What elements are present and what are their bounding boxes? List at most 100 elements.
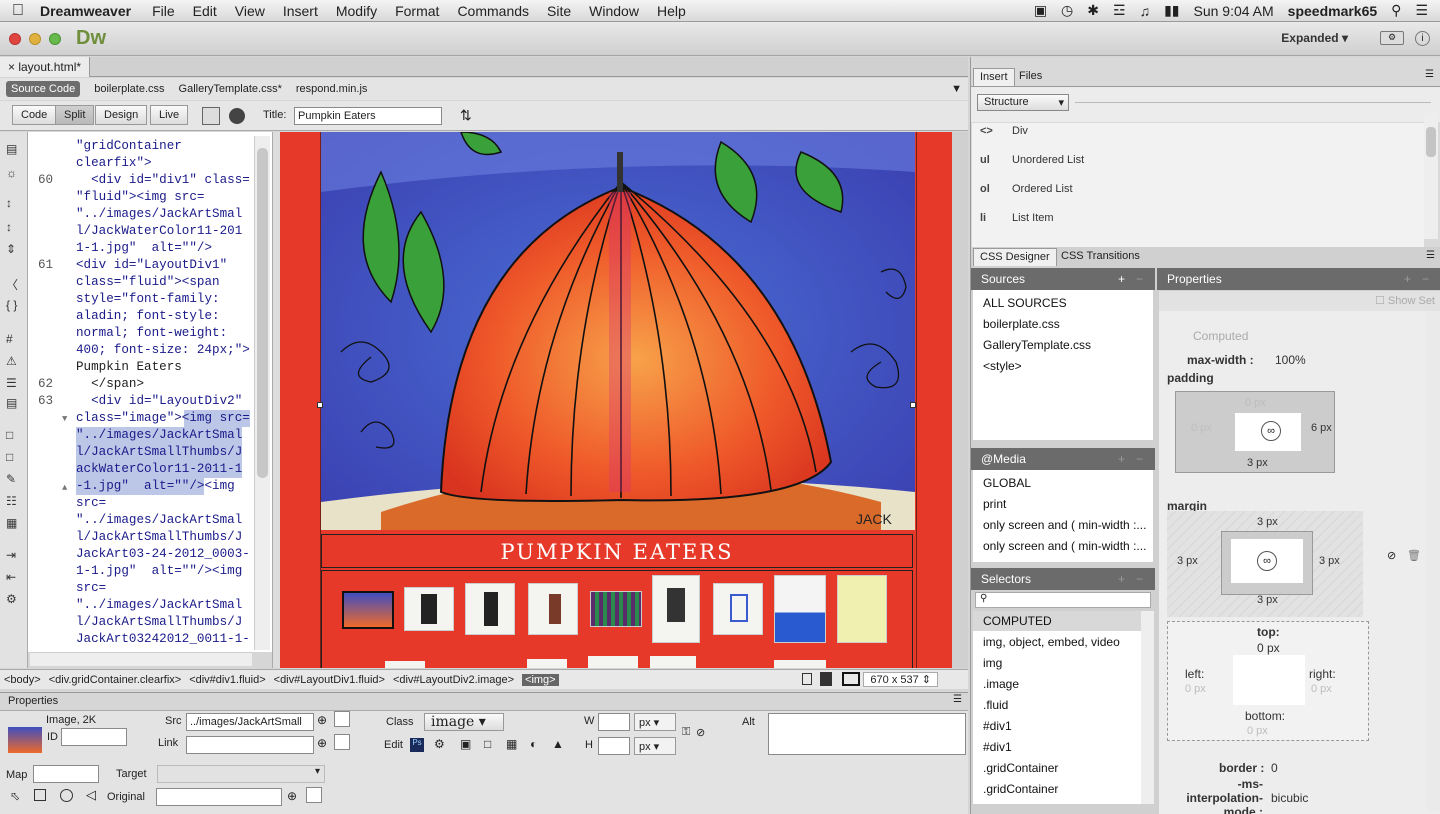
- wrap-tag-icon[interactable]: ✎: [6, 472, 16, 486]
- disable-property-icon[interactable]: ⊘: [1387, 549, 1396, 562]
- width-input[interactable]: [598, 713, 630, 731]
- browser-preview-icon[interactable]: [229, 108, 245, 124]
- margin-left[interactable]: 3 px: [1177, 555, 1198, 567]
- source-item[interactable]: boilerplate.css: [983, 317, 1060, 331]
- resize-handle[interactable]: [317, 402, 323, 408]
- code-horizontal-scrollbar[interactable]: [30, 652, 252, 666]
- code-line[interactable]: Pumpkin Eaters: [76, 359, 182, 376]
- selector-item[interactable]: .fluid: [983, 698, 1008, 712]
- browse-folder-icon[interactable]: [306, 787, 322, 803]
- add-media-icon[interactable]: +: [1118, 452, 1125, 466]
- code-line[interactable]: ackWaterColor11-2011-1: [76, 461, 243, 478]
- apple-icon[interactable]: : [0, 2, 36, 20]
- design-view[interactable]: JACK PUMPKIN EATERS: [280, 132, 968, 668]
- fold-open-icon[interactable]: ▼: [62, 411, 67, 428]
- indent-code-icon[interactable]: ⇥: [6, 548, 16, 562]
- delete-property-icon[interactable]: 🗑: [1407, 549, 1421, 562]
- width-unit-select[interactable]: px ▾: [634, 713, 676, 731]
- desktop-size-icon[interactable]: [842, 672, 860, 686]
- split-divider[interactable]: [272, 132, 280, 668]
- code-line[interactable]: <div id="LayoutDiv1": [76, 257, 227, 274]
- tag-grid-container[interactable]: <div.gridContainer.clearfix>: [49, 674, 181, 686]
- code-line[interactable]: <div id="LayoutDiv2": [76, 393, 242, 410]
- code-line[interactable]: </span>: [76, 376, 144, 393]
- remove-selector-icon[interactable]: −: [1136, 572, 1143, 586]
- pointer-hotspot-icon[interactable]: ⬁: [10, 789, 20, 803]
- browse-folder-icon[interactable]: [334, 734, 350, 750]
- mobile-size-icon[interactable]: [802, 673, 812, 685]
- tablet-size-icon[interactable]: [820, 672, 832, 686]
- code-line[interactable]: normal; font-weight:: [76, 325, 227, 342]
- rect-hotspot-icon[interactable]: [34, 789, 46, 801]
- selectors-scrollbar[interactable]: [1141, 611, 1154, 804]
- close-window-button[interactable]: [9, 33, 21, 45]
- code-line[interactable]: "../images/JackArtSmal: [76, 597, 242, 614]
- position-top-value[interactable]: 0 px: [1257, 641, 1280, 655]
- code-line[interactable]: 1-1.jpg" alt=""/>: [76, 240, 212, 257]
- code-line[interactable]: 400; font-size: 24px;">: [76, 342, 250, 359]
- expand-all-icon[interactable]: ⇕: [6, 242, 16, 256]
- height-input[interactable]: [598, 737, 630, 755]
- remove-comment-icon[interactable]: □: [6, 450, 13, 464]
- design-view-button[interactable]: Design: [95, 105, 148, 125]
- selector-item[interactable]: img: [983, 656, 1002, 670]
- related-respond[interactable]: respond.min.js: [296, 83, 368, 95]
- point-to-file-icon[interactable]: ⊕: [317, 736, 327, 750]
- insert-unordered-list[interactable]: ul Unordered List: [980, 154, 1084, 166]
- panel-menu-icon[interactable]: ☰: [1425, 69, 1434, 80]
- code-line[interactable]: clearfix">: [76, 155, 152, 172]
- menu-site[interactable]: Site: [538, 3, 580, 19]
- code-line[interactable]: "gridContainer: [76, 138, 182, 155]
- tab-css-transitions[interactable]: CSS Transitions: [1055, 248, 1146, 266]
- window-size-menu[interactable]: 670 x 537 ⇕: [863, 672, 938, 687]
- margin-top[interactable]: 3 px: [1257, 516, 1278, 528]
- selector-item[interactable]: .gridContainer: [983, 782, 1058, 796]
- menu-view[interactable]: View: [226, 3, 274, 19]
- thumbnail[interactable]: [465, 583, 515, 635]
- move-css-icon[interactable]: ▦: [6, 516, 17, 530]
- tag-layoutdiv1[interactable]: <div#LayoutDiv1.fluid>: [274, 674, 385, 686]
- related-gallery-template[interactable]: GalleryTemplate.css*: [179, 83, 282, 95]
- media-item[interactable]: only screen and ( min-width :...: [983, 539, 1146, 553]
- menu-app-name[interactable]: Dreamweaver: [36, 3, 143, 19]
- source-item[interactable]: <style>: [983, 359, 1022, 373]
- time-machine-icon[interactable]: ◷: [1061, 2, 1073, 19]
- add-source-icon[interactable]: +: [1118, 272, 1125, 286]
- code-line[interactable]: "../images/JackArtSmal: [76, 427, 243, 444]
- battery-icon[interactable]: ▮▮: [1164, 2, 1179, 19]
- split-view-button[interactable]: Split: [55, 105, 95, 125]
- code-line[interactable]: aladin; font-style:: [76, 308, 220, 325]
- code-line[interactable]: JackArt03-24-2012_0003-: [76, 546, 250, 563]
- point-to-file-icon[interactable]: ⊕: [287, 789, 297, 803]
- position-left-value[interactable]: 0 px: [1185, 683, 1206, 695]
- add-selector-icon[interactable]: +: [1118, 572, 1125, 586]
- margin-right[interactable]: 3 px: [1319, 555, 1340, 567]
- media-item[interactable]: print: [983, 497, 1006, 511]
- source-item[interactable]: GalleryTemplate.css: [983, 338, 1091, 352]
- tab-css-designer[interactable]: CSS Designer: [973, 248, 1057, 266]
- selector-item[interactable]: img, object, embed, video: [983, 635, 1120, 649]
- border-value[interactable]: 0: [1271, 761, 1278, 775]
- id-input[interactable]: [61, 728, 127, 746]
- remove-media-icon[interactable]: −: [1136, 452, 1143, 466]
- thumbnail[interactable]: [713, 583, 763, 635]
- menu-commands[interactable]: Commands: [448, 3, 538, 19]
- spotlight-icon[interactable]: ⚲: [1391, 2, 1401, 19]
- original-input[interactable]: [156, 788, 282, 806]
- menu-format[interactable]: Format: [386, 3, 448, 19]
- tag-body[interactable]: <body>: [4, 674, 41, 686]
- target-select[interactable]: ▾: [157, 765, 325, 783]
- show-set-checkbox[interactable]: ☐ Show Set: [1375, 294, 1435, 307]
- selector-item[interactable]: .image: [983, 677, 1019, 691]
- src-input[interactable]: ../images/JackArtSmall: [186, 713, 314, 731]
- fold-close-icon[interactable]: ▲: [62, 480, 67, 497]
- code-line[interactable]: "../images/JackArtSmal: [76, 206, 242, 223]
- tag-img-current[interactable]: <img>: [522, 673, 559, 686]
- code-editor[interactable]: 60 61 62 63 ▼ ▲ "gridContainer clearfix">…: [28, 132, 272, 652]
- selector-search-input[interactable]: ⚲: [975, 592, 1151, 608]
- syntax-coloring-icon[interactable]: ☰: [6, 376, 17, 390]
- collapse-tag-icon[interactable]: ↕: [6, 196, 12, 210]
- max-width-value[interactable]: 100%: [1275, 353, 1306, 367]
- panel-menu-icon[interactable]: ☰: [953, 694, 962, 705]
- resample-icon[interactable]: ▦: [506, 737, 517, 751]
